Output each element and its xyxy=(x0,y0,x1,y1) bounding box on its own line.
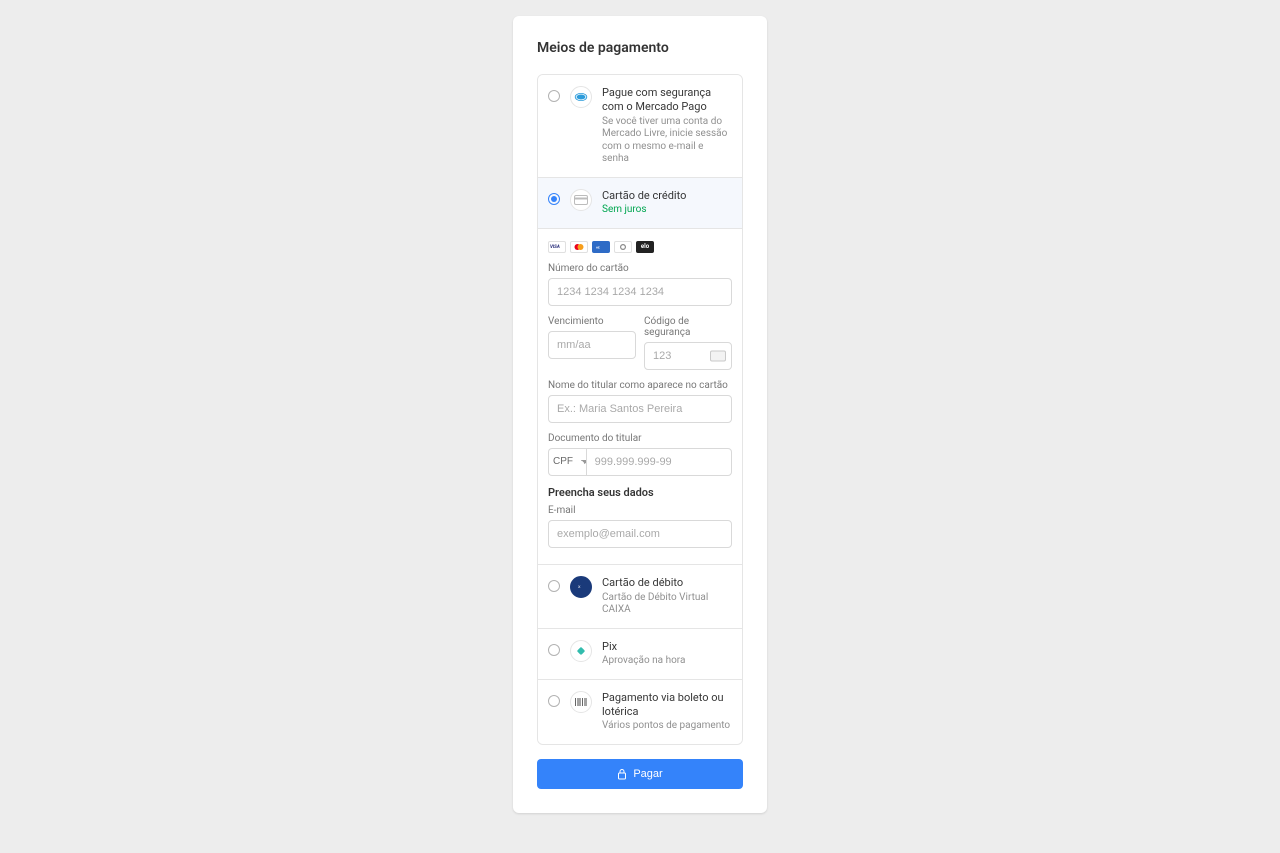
amex-icon: AE xyxy=(592,241,610,253)
option-debit-card[interactable]: X Cartão de débito Cartão de Débito Virt… xyxy=(538,564,742,628)
option-boleto[interactable]: Pagamento via boleto ou lotérica Vários … xyxy=(538,679,742,744)
card-number-input[interactable] xyxy=(548,278,732,306)
option-credit-card[interactable]: Cartão de crédito Sem juros xyxy=(538,177,742,228)
holder-label: Nome do titular como aparece no cartão xyxy=(548,380,732,391)
debit-card-icon: X xyxy=(570,576,592,598)
personal-section-title: Preencha seus dados xyxy=(548,486,732,499)
radio-pix[interactable] xyxy=(548,644,560,656)
radio-boleto[interactable] xyxy=(548,695,560,707)
barcode-icon xyxy=(570,691,592,713)
svg-text:AE: AE xyxy=(596,245,600,249)
lock-icon xyxy=(617,768,627,780)
option-title: Cartão de crédito xyxy=(602,189,732,203)
cvv-label: Código de segurança xyxy=(644,316,732,338)
mastercard-icon xyxy=(570,241,588,253)
option-subtitle: Vários pontos de pagamento xyxy=(602,720,732,733)
option-subtitle: Se você tiver uma conta do Mercado Livre… xyxy=(602,116,732,166)
radio-mercado-pago[interactable] xyxy=(548,90,560,102)
email-input[interactable] xyxy=(548,520,732,548)
elo-icon: elo xyxy=(636,241,654,253)
cvv-card-icon xyxy=(710,350,726,361)
option-pix[interactable]: Pix Aprovação na hora xyxy=(538,628,742,679)
pay-button-label: Pagar xyxy=(633,768,662,780)
pay-button[interactable]: Pagar xyxy=(537,759,743,789)
payment-card: Meios de pagamento Pague com segurança c… xyxy=(513,16,767,813)
radio-credit-card[interactable] xyxy=(548,193,560,205)
option-title: Cartão de débito xyxy=(602,576,732,590)
visa-icon: VISA xyxy=(548,241,566,253)
option-subtitle: Aprovação na hora xyxy=(602,655,732,668)
option-title: Pague com segurança com o Mercado Pago xyxy=(602,86,732,114)
document-input[interactable] xyxy=(586,448,732,476)
holder-input[interactable] xyxy=(548,395,732,423)
mercado-pago-icon xyxy=(570,86,592,108)
option-title: Pix xyxy=(602,640,732,654)
document-label: Documento do titular xyxy=(548,433,732,444)
email-label: E-mail xyxy=(548,505,732,516)
card-brand-row: VISA AE elo xyxy=(548,241,732,253)
expiry-input[interactable] xyxy=(548,331,636,359)
option-subtitle: Cartão de Débito Virtual CAIXA xyxy=(602,592,732,617)
radio-debit-card[interactable] xyxy=(548,580,560,592)
option-title: Pagamento via boleto ou lotérica xyxy=(602,691,732,719)
option-subtitle: Sem juros xyxy=(602,204,732,217)
svg-text:VISA: VISA xyxy=(550,244,560,249)
pix-icon xyxy=(570,640,592,662)
expiry-label: Vencimiento xyxy=(548,316,636,327)
option-mercado-pago[interactable]: Pague com segurança com o Mercado Pago S… xyxy=(538,75,742,177)
credit-card-icon xyxy=(570,189,592,211)
page-title: Meios de pagamento xyxy=(537,40,743,56)
document-type-select[interactable]: CPF xyxy=(548,448,586,476)
card-number-label: Número do cartão xyxy=(548,263,732,274)
diners-icon xyxy=(614,241,632,253)
payment-options: Pague com segurança com o Mercado Pago S… xyxy=(537,74,743,745)
credit-card-form: VISA AE elo Número do cartão xyxy=(538,228,742,564)
